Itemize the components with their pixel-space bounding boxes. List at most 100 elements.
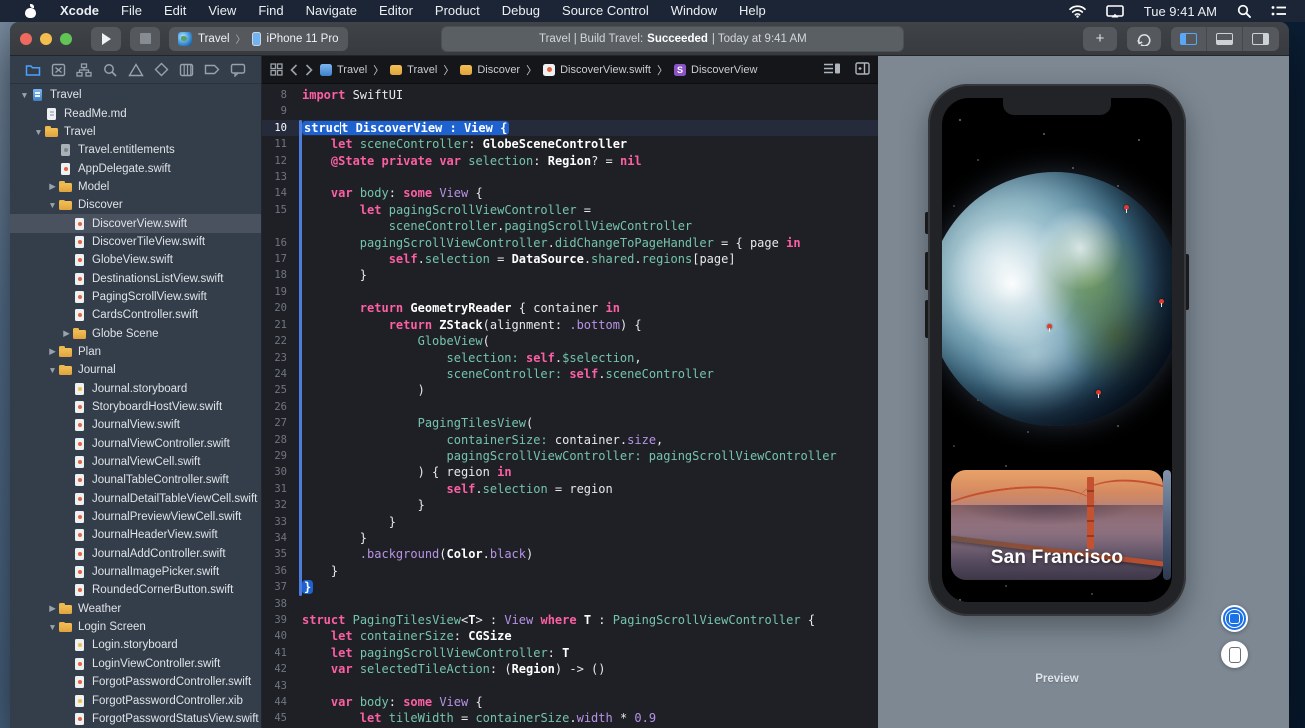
code-line-28[interactable]: 28 containerSize: container.size, xyxy=(262,432,878,448)
code-line-35[interactable]: 35 .background(Color.black) xyxy=(262,546,878,562)
code-line-32[interactable]: 32 } xyxy=(262,497,878,513)
menu-product[interactable]: Product xyxy=(424,3,491,18)
tree-item-storyboardhostview-swift[interactable]: StoryboardHostView.swift xyxy=(10,398,261,416)
disclosure-open-icon[interactable]: ▼ xyxy=(46,622,59,632)
wifi-icon[interactable] xyxy=(1069,5,1086,18)
close-window-button[interactable] xyxy=(20,33,32,45)
tree-item-globe-scene[interactable]: ▶Globe Scene xyxy=(10,324,261,342)
toggle-inspector-button[interactable] xyxy=(1243,27,1279,51)
code-line-41[interactable]: 41 let pagingScrollViewController: T xyxy=(262,645,878,661)
tree-item-journalview-swift[interactable]: JournalView.swift xyxy=(10,416,261,434)
tree-item-destinationslistview-swift[interactable]: DestinationsListView.swift xyxy=(10,269,261,287)
menu-xcode[interactable]: Xcode xyxy=(49,3,110,18)
preview-on-device-button[interactable] xyxy=(1221,641,1248,668)
tree-item-forgotpasswordcontroller-swift[interactable]: ForgotPasswordController.swift xyxy=(10,673,261,691)
code-review-button[interactable] xyxy=(1127,27,1161,51)
menu-file[interactable]: File xyxy=(110,3,153,18)
tree-item-forgotpasswordcontroller-xib[interactable]: ForgotPasswordController.xib xyxy=(10,691,261,709)
code-line-8[interactable]: 8import SwiftUI xyxy=(262,87,878,103)
tree-item-weather[interactable]: ▶Weather xyxy=(10,600,261,618)
tree-item-model[interactable]: ▶Model xyxy=(10,178,261,196)
stop-button[interactable] xyxy=(130,27,160,51)
menu-help[interactable]: Help xyxy=(728,3,777,18)
code-line-9[interactable]: 9 xyxy=(262,103,878,119)
source-control-navigator-icon[interactable] xyxy=(50,61,68,79)
find-navigator-icon[interactable] xyxy=(101,61,119,79)
disclosure-open-icon[interactable]: ▼ xyxy=(46,365,59,375)
tree-item-login-screen[interactable]: ▼Login Screen xyxy=(10,618,261,636)
tree-item-readme-md[interactable]: ReadMe.md xyxy=(10,104,261,122)
tree-item-discovertileview-swift[interactable]: DiscoverTileView.swift xyxy=(10,233,261,251)
tree-item-loginviewcontroller-swift[interactable]: LoginViewController.swift xyxy=(10,655,261,673)
code-line-11[interactable]: 11 let sceneController: GlobeSceneContro… xyxy=(262,136,878,152)
app-screen[interactable]: San Francisco xyxy=(942,98,1172,602)
run-button[interactable] xyxy=(91,27,121,51)
code-line-17[interactable]: 17 self.selection = DataSource.shared.re… xyxy=(262,251,878,267)
breadcrumb-discoverview[interactable]: SDiscoverView xyxy=(674,64,757,76)
map-pin[interactable] xyxy=(1096,390,1101,395)
breadcrumb-travel[interactable]: Travel xyxy=(320,64,367,76)
spotlight-icon[interactable] xyxy=(1237,4,1251,18)
breadcrumb-discover[interactable]: Discover xyxy=(460,64,520,76)
add-editor-icon[interactable] xyxy=(855,62,870,78)
tree-item-travel-entitlements[interactable]: Travel.entitlements xyxy=(10,141,261,159)
code-line-36[interactable]: 36 } xyxy=(262,563,878,579)
tree-item-travel[interactable]: ▼Travel xyxy=(10,86,261,104)
tree-item-forgotpasswordstatusview-swift[interactable]: ForgotPasswordStatusView.swift xyxy=(10,710,261,728)
menu-debug[interactable]: Debug xyxy=(491,3,551,18)
code-editor[interactable]: 8import SwiftUI910struct DiscoverView : … xyxy=(262,84,878,728)
report-navigator-icon[interactable] xyxy=(229,61,247,79)
live-preview-button[interactable] xyxy=(1221,605,1248,632)
breakpoint-navigator-icon[interactable] xyxy=(203,61,221,79)
code-line-25[interactable]: 25 ) xyxy=(262,382,878,398)
apple-menu-icon[interactable] xyxy=(24,5,37,18)
map-pin[interactable] xyxy=(1047,324,1052,329)
project-navigator-icon[interactable] xyxy=(24,61,42,79)
code-line-16[interactable]: 16 pagingScrollViewController.didChangeT… xyxy=(262,235,878,251)
menu-edit[interactable]: Edit xyxy=(153,3,197,18)
code-line-39[interactable]: 39struct PagingTilesView<T> : View where… xyxy=(262,612,878,628)
code-line-21[interactable]: 21 return ZStack(alignment: .bottom) { xyxy=(262,317,878,333)
tree-item-journalimagepicker-swift[interactable]: JournalImagePicker.swift xyxy=(10,563,261,581)
breadcrumb-discoverview-swift[interactable]: DiscoverView.swift xyxy=(543,64,651,76)
code-line-22[interactable]: 22 GlobeView( xyxy=(262,333,878,349)
menu-source-control[interactable]: Source Control xyxy=(551,3,660,18)
breadcrumb-travel[interactable]: Travel xyxy=(390,64,437,76)
code-line-31[interactable]: 31 self.selection = region xyxy=(262,481,878,497)
menu-editor[interactable]: Editor xyxy=(368,3,424,18)
tree-item-travel[interactable]: ▼Travel xyxy=(10,123,261,141)
tree-item-appdelegate-swift[interactable]: AppDelegate.swift xyxy=(10,159,261,177)
code-line-12[interactable]: 12 @State private var selection: Region?… xyxy=(262,153,878,169)
map-pin[interactable] xyxy=(1159,299,1164,304)
code-line-14[interactable]: 14 var body: some View { xyxy=(262,185,878,201)
disclosure-open-icon[interactable]: ▼ xyxy=(46,200,59,210)
tree-item-globeview-swift[interactable]: GlobeView.swift xyxy=(10,251,261,269)
menu-window[interactable]: Window xyxy=(660,3,728,18)
tree-item-journalviewcell-swift[interactable]: JournalViewCell.swift xyxy=(10,453,261,471)
code-line-13[interactable]: 13 xyxy=(262,169,878,185)
zoom-window-button[interactable] xyxy=(60,33,72,45)
toggle-debug-area-button[interactable] xyxy=(1207,27,1243,51)
globe-earth-image[interactable] xyxy=(942,172,1172,426)
tree-item-journaladdcontroller-swift[interactable]: JournalAddController.swift xyxy=(10,545,261,563)
tree-item-journalheaderview-swift[interactable]: JournalHeaderView.swift xyxy=(10,526,261,544)
code-line-15[interactable]: 15 let pagingScrollViewController = xyxy=(262,202,878,218)
code-line-30[interactable]: 30 ) { region in xyxy=(262,464,878,480)
menu-extras-icon[interactable] xyxy=(1271,5,1287,17)
code-line-38[interactable]: 38 xyxy=(262,596,878,612)
code-line-34[interactable]: 34 } xyxy=(262,530,878,546)
disclosure-closed-icon[interactable]: ▶ xyxy=(60,328,73,339)
code-line-19[interactable]: 19 xyxy=(262,284,878,300)
code-line-20[interactable]: 20 return GeometryReader { container in xyxy=(262,300,878,316)
scheme-selector[interactable]: Travel 〉 iPhone 11 Pro xyxy=(169,27,348,51)
code-line-continuation[interactable]: sceneController.pagingScrollViewControll… xyxy=(262,218,878,234)
disclosure-closed-icon[interactable]: ▶ xyxy=(46,181,59,192)
editor-options-icon[interactable] xyxy=(823,62,841,78)
tree-item-journalpreviewviewcell-swift[interactable]: JournalPreviewViewCell.swift xyxy=(10,508,261,526)
code-line-18[interactable]: 18 } xyxy=(262,267,878,283)
code-line-44[interactable]: 44 var body: some View { xyxy=(262,694,878,710)
test-navigator-icon[interactable] xyxy=(152,61,170,79)
tree-item-journal[interactable]: ▼Journal xyxy=(10,361,261,379)
tree-item-pagingscrollview-swift[interactable]: PagingScrollView.swift xyxy=(10,288,261,306)
tree-item-journal-storyboard[interactable]: Journal.storyboard xyxy=(10,380,261,398)
